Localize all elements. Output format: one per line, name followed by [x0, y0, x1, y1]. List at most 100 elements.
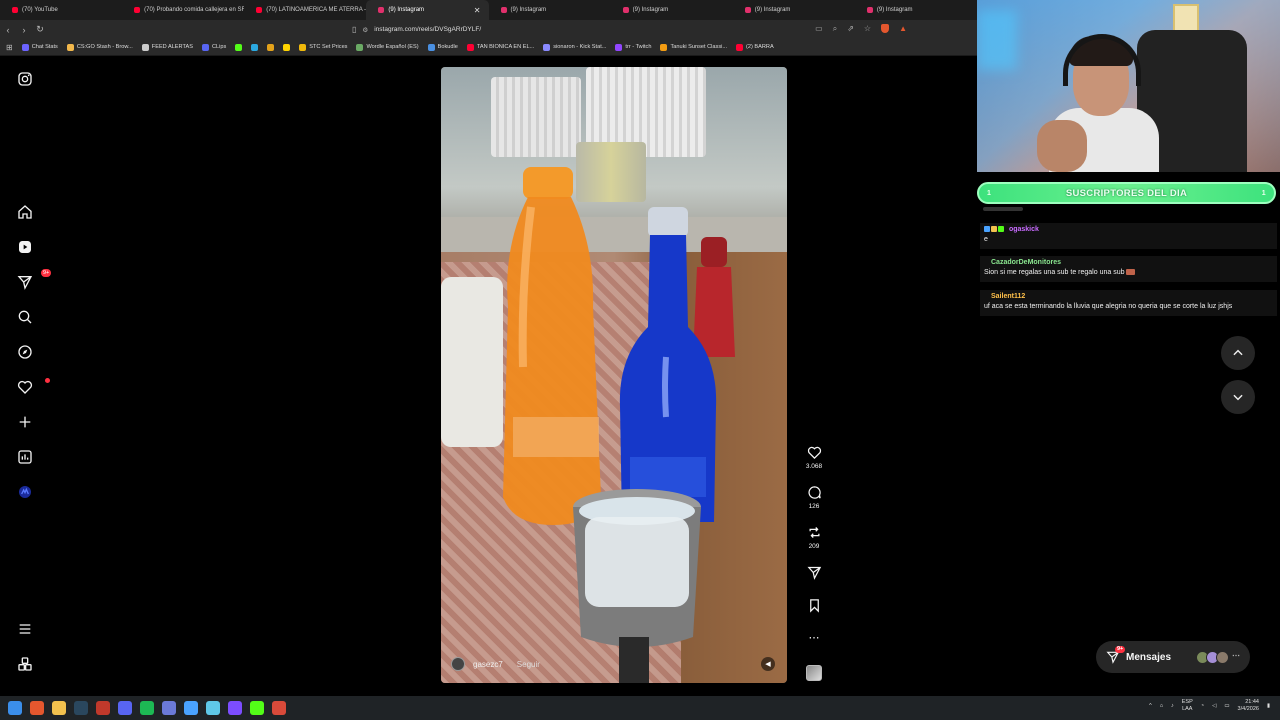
- close-tab-icon[interactable]: ✕: [474, 6, 481, 15]
- messages-button[interactable]: 9+ Mensajes ⋯: [1096, 641, 1250, 673]
- zoom-icon[interactable]: ⌕: [833, 24, 837, 34]
- heart-icon[interactable]: [807, 445, 822, 460]
- bookmark-item[interactable]: [267, 43, 275, 51]
- instagram-logo-icon[interactable]: [15, 69, 35, 89]
- create-plus-icon[interactable]: [15, 412, 35, 432]
- forward-icon[interactable]: ›: [16, 25, 32, 35]
- next-reel-button[interactable]: [1221, 380, 1255, 414]
- wifi-icon[interactable]: ◔: [1201, 703, 1204, 709]
- share-plane-icon[interactable]: [806, 565, 822, 580]
- save-action[interactable]: [800, 598, 828, 616]
- browser-tab[interactable]: (70) LATINOAMERICA ME ATERRA -: [244, 0, 366, 20]
- tray-chevron-icon[interactable]: ^: [1149, 703, 1152, 709]
- bookmark-item[interactable]: [283, 43, 291, 51]
- dashboard-icon[interactable]: [15, 447, 35, 467]
- browser-tab[interactable]: (9) Instagram ✕: [366, 0, 489, 20]
- cast-icon[interactable]: ▭: [815, 24, 823, 34]
- reels-icon[interactable]: [15, 237, 35, 257]
- app-icon[interactable]: [206, 701, 220, 715]
- bookmark-icon[interactable]: [807, 598, 822, 613]
- bookmark-label: trr - Twitch: [625, 44, 652, 50]
- bookmark-item[interactable]: FEED ALERTAS: [141, 43, 193, 51]
- mute-icon[interactable]: ◀: [761, 657, 775, 671]
- explore-icon[interactable]: [15, 342, 35, 362]
- comment-action[interactable]: 126: [800, 485, 828, 510]
- browser-tab[interactable]: (70) Probando comida callejera en SF: [122, 0, 244, 20]
- windows-start-icon[interactable]: [8, 701, 22, 715]
- browser-tab[interactable]: (9) Instagram: [611, 0, 733, 20]
- app-icon[interactable]: [228, 701, 242, 715]
- bookmark-item[interactable]: trr - Twitch: [615, 43, 652, 51]
- follow-button[interactable]: Seguir: [517, 660, 540, 669]
- notifications-heart-icon[interactable]: [15, 377, 50, 397]
- bookmark-item[interactable]: sionaron - Kick Stat...: [543, 43, 606, 51]
- app-icon[interactable]: [184, 701, 198, 715]
- steam-icon[interactable]: [74, 701, 88, 715]
- repost-icon[interactable]: [807, 525, 822, 540]
- search-icon[interactable]: [15, 307, 35, 327]
- bookmark-item[interactable]: Bokudle: [427, 43, 458, 51]
- like-action[interactable]: 3.068: [800, 445, 828, 470]
- chevron-down-icon: [1233, 394, 1243, 401]
- bookmark-item[interactable]: Wordle Español (ES): [356, 43, 419, 51]
- network-icon[interactable]: ⌂: [1160, 703, 1163, 709]
- more-options-icon[interactable]: ⋯: [800, 631, 828, 644]
- file-explorer-icon[interactable]: [52, 701, 66, 715]
- discord-icon[interactable]: [118, 701, 132, 715]
- brave-rewards-icon[interactable]: ▲: [899, 24, 907, 34]
- brave-shield-icon[interactable]: [881, 24, 890, 33]
- site-info-icon[interactable]: ⚙: [362, 26, 368, 34]
- volume-icon[interactable]: ♪: [1171, 703, 1174, 709]
- reel-author[interactable]: gasezc7 Seguir: [451, 657, 540, 671]
- audio-thumbnail[interactable]: [806, 665, 822, 681]
- language-indicator[interactable]: ESP LAA: [1182, 699, 1193, 713]
- browser-tab[interactable]: (70) YouTube: [0, 0, 122, 20]
- reel-video[interactable]: gasezc7 Seguir ◀: [441, 67, 787, 683]
- more-menu-icon[interactable]: [15, 619, 35, 639]
- bookmark-item[interactable]: [251, 43, 259, 51]
- comment-icon[interactable]: [807, 485, 822, 500]
- bookmark-item[interactable]: (2) BARRA: [736, 43, 774, 51]
- app-icon[interactable]: [162, 701, 176, 715]
- clock[interactable]: 21:44 3/4/2026: [1238, 699, 1259, 713]
- bookmark-favicon-icon: [235, 43, 243, 51]
- bookmark-item[interactable]: [235, 43, 243, 51]
- back-icon[interactable]: ‹: [0, 25, 16, 35]
- url-text[interactable]: instagram.com/reels/DVSgARrDYLF/: [374, 26, 481, 33]
- star-icon[interactable]: ☆: [864, 24, 871, 34]
- direct-icon[interactable]: 9+: [15, 269, 52, 292]
- notifications-icon[interactable]: ▮: [1267, 703, 1270, 709]
- share-icon[interactable]: ⇗: [847, 24, 854, 34]
- author-avatar[interactable]: [451, 657, 465, 671]
- bookmark-favicon-icon: [66, 43, 74, 51]
- bookmark-item[interactable]: CS:GO Stash - Brow...: [66, 43, 133, 51]
- also-from-meta-icon[interactable]: [15, 654, 35, 674]
- speaker-icon[interactable]: ◁: [1212, 703, 1216, 709]
- browser-tab[interactable]: (9) Instagram: [489, 0, 611, 20]
- apps-grid-icon[interactable]: ⊞: [6, 43, 13, 52]
- profile-avatar-icon[interactable]: [15, 482, 35, 502]
- browser-tab[interactable]: (9) Instagram: [733, 0, 855, 20]
- bookmark-item[interactable]: TAN BIONICA EN EL...: [466, 43, 534, 51]
- home-icon[interactable]: [15, 202, 35, 222]
- spotify-icon[interactable]: [140, 701, 154, 715]
- comment-count: 126: [808, 503, 820, 510]
- author-username[interactable]: gasezc7: [473, 660, 503, 669]
- bookmark-item[interactable]: CLips: [201, 43, 226, 51]
- bookmarks-bar: ⊞ Chat Stats CS:GO Stash - Brow... FEED AL…: [0, 39, 977, 56]
- repost-action[interactable]: 209: [800, 525, 828, 550]
- reload-icon[interactable]: ↻: [32, 24, 48, 35]
- previous-reel-button[interactable]: [1221, 336, 1255, 370]
- bookmark-item[interactable]: Chat Stats: [21, 43, 58, 51]
- bookmark-page-icon[interactable]: ▯: [352, 25, 356, 34]
- browser-tab[interactable]: (9) Instagram: [855, 0, 977, 20]
- kick-icon[interactable]: [250, 701, 264, 715]
- battery-icon[interactable]: ▭: [1224, 703, 1229, 709]
- bookmark-item[interactable]: Tanuki Sunset Classi...: [660, 43, 727, 51]
- app-icon[interactable]: [272, 701, 286, 715]
- share-action[interactable]: [800, 565, 828, 583]
- bookmark-favicon-icon: [21, 43, 29, 51]
- bookmark-item[interactable]: STC Set Prices: [299, 43, 347, 51]
- brave-browser-icon[interactable]: [30, 701, 44, 715]
- chrome-icon[interactable]: [96, 701, 110, 715]
